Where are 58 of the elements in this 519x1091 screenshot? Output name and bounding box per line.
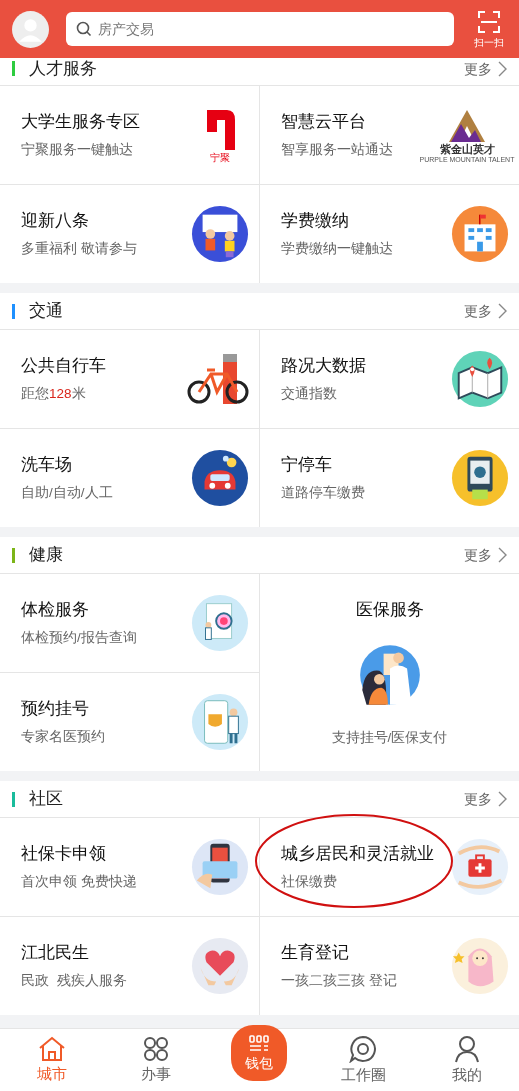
nav-tab[interactable]: 我的 — [415, 1035, 519, 1085]
tile-subtitle: 多重福利 敬请参与 — [21, 240, 138, 258]
tile-title: 公共自行车 — [21, 355, 107, 377]
tile-subtitle: 智享服务一站通达 — [281, 141, 394, 159]
tile-subtitle: 支持挂号/医保支付 — [331, 728, 448, 747]
nav-tab[interactable]: 工作圈 — [311, 1035, 416, 1085]
search-field[interactable]: 房产交易 — [66, 12, 454, 46]
tile-title: 大学生服务专区 — [21, 111, 141, 133]
section-title: 社区 — [29, 788, 64, 810]
tile-subtitle: 自助/自动/人工 — [21, 484, 114, 502]
tile-title: 社保卡申领 — [21, 843, 107, 865]
service-tile[interactable]: 学费缴纳 学费缴纳一键触达 — [260, 185, 519, 283]
more-link[interactable]: 更多 — [464, 544, 507, 566]
more-link[interactable]: 更多 — [464, 58, 507, 80]
service-tile[interactable]: 路况大数据 交通指数 — [260, 330, 519, 428]
tile-subtitle: 宁聚服务一键触达 — [21, 141, 134, 159]
logo-caption: 宁聚 — [210, 152, 230, 163]
tile-subtitle: 一孩二孩三孩 登记 — [281, 972, 398, 990]
service-tile[interactable]: 大学生服务专区 宁聚服务一键触达 宁聚 — [0, 86, 259, 184]
tile-title: 洗车场 — [21, 454, 73, 476]
service-tile[interactable]: 宁停车 道路停车缴费 — [260, 429, 519, 527]
tile-title: 预约挂号 — [21, 698, 90, 720]
tile-title: 城乡居民和灵活就业 — [281, 843, 435, 865]
service-tile[interactable]: 洗车场 自助/自动/人工 — [0, 429, 259, 527]
tile-subtitle: 体检预约/报告查询 — [21, 629, 138, 647]
tile-title: 体检服务 — [21, 599, 90, 621]
tile-title: 生育登记 — [281, 942, 350, 964]
service-tile[interactable]: 医保服务 支持挂号/医保支付 — [260, 574, 519, 771]
tile-title: 江北民生 — [21, 942, 90, 964]
tile-title: 迎新八条 — [21, 210, 90, 232]
service-tile[interactable]: 公共自行车 距您128米 — [0, 330, 259, 428]
tile-subtitle: 道路停车缴费 — [281, 484, 366, 502]
nav-tab[interactable]: 办事 — [103, 1036, 208, 1084]
tile-subtitle: 交通指数 — [281, 385, 338, 403]
tile-subtitle: 专家名医预约 — [21, 728, 106, 746]
service-tile[interactable]: 预约挂号 专家名医预约 — [0, 673, 259, 771]
tile-subtitle: 社保缴费 — [281, 873, 338, 891]
section-title: 交通 — [29, 300, 64, 322]
scan-button[interactable]: 扫一扫 — [471, 10, 507, 48]
tile-subtitle: 首次申领 免费快递 — [21, 873, 138, 891]
service-tile[interactable]: 体检服务 体检预约/报告查询 — [0, 574, 259, 672]
tile-subtitle: 距您128米 — [21, 385, 87, 403]
service-tile[interactable]: 迎新八条 多重福利 敬请参与 — [0, 185, 259, 283]
tile-title: 智慧云平台 — [281, 111, 367, 133]
tile-subtitle: 学费缴纳一键触达 — [281, 240, 394, 258]
section-title: 人才服务 — [29, 58, 98, 80]
tile-title: 宁停车 — [281, 454, 333, 476]
logo-caption: 紫金山英才 — [439, 143, 495, 155]
service-tile[interactable]: 社保卡申领 首次申领 免费快递 — [0, 818, 259, 916]
tile-title: 医保服务 — [355, 598, 424, 621]
more-link[interactable]: 更多 — [464, 300, 507, 322]
tile-title: 路况大数据 — [281, 355, 367, 377]
tile-subtitle: 民政 残疾人服务 — [21, 972, 128, 990]
service-tile[interactable]: 江北民生 民政 残疾人服务 — [0, 917, 259, 1015]
tile-title: 学费缴纳 — [281, 210, 350, 232]
more-link[interactable]: 更多 — [464, 788, 507, 810]
section-title: 健康 — [29, 544, 64, 566]
service-tile[interactable]: 生育登记 一孩二孩三孩 登记 — [260, 917, 519, 1015]
